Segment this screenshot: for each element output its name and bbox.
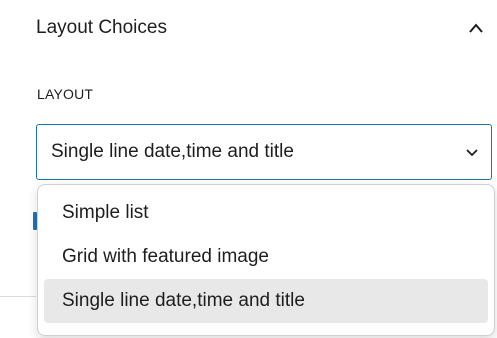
panel-title: Layout Choices bbox=[36, 17, 167, 38]
chevron-down-icon[interactable] bbox=[465, 147, 479, 157]
layout-select-value: Single line date,time and title bbox=[51, 141, 294, 162]
option-grid-featured-image[interactable]: Grid with featured image bbox=[44, 235, 488, 279]
layout-select[interactable]: Single line date,time and title bbox=[36, 124, 492, 180]
option-single-line-date-time-title[interactable]: Single line date,time and title bbox=[44, 279, 488, 323]
layout-dropdown-list: Simple list Grid with featured image Sin… bbox=[37, 184, 495, 336]
chevron-up-icon[interactable] bbox=[468, 22, 484, 34]
layout-choices-panel: Layout Choices LAYOUT Single line date,t… bbox=[0, 0, 497, 338]
option-simple-list[interactable]: Simple list bbox=[44, 191, 488, 235]
layout-section-label: LAYOUT bbox=[37, 86, 94, 102]
panel-divider bbox=[0, 296, 36, 297]
panel-header-toggle[interactable]: Layout Choices bbox=[36, 10, 496, 46]
